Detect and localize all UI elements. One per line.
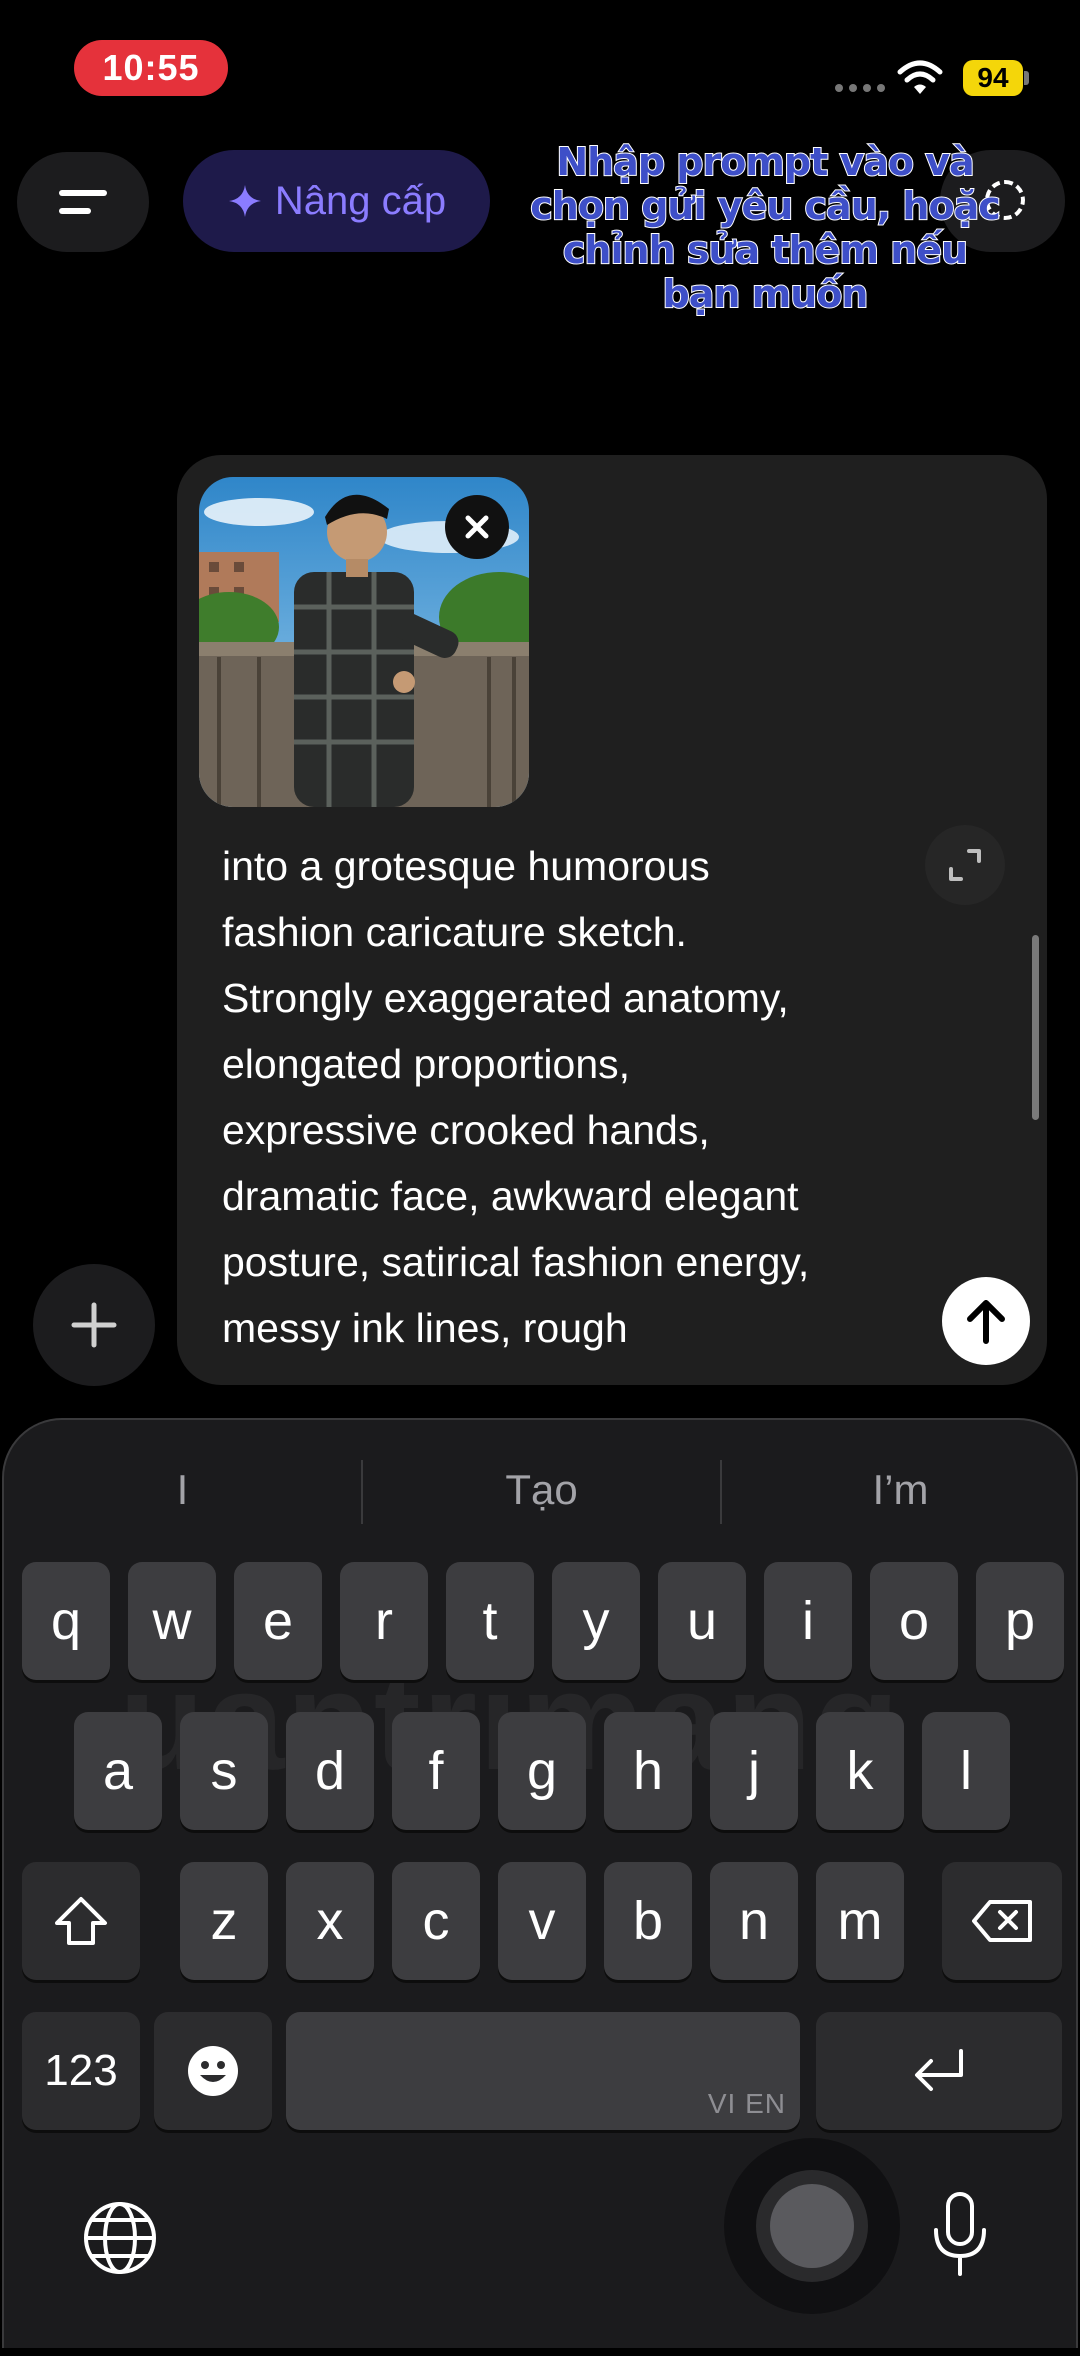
space-key[interactable]: VI EN (286, 2012, 800, 2130)
microphone-icon[interactable] (930, 2190, 990, 2280)
annotation-line: bạn muốn (662, 271, 870, 317)
backspace-icon (972, 1900, 1032, 1942)
shift-icon (55, 1897, 107, 1945)
key-c[interactable]: c (392, 1862, 480, 1980)
key-q[interactable]: q (22, 1562, 110, 1680)
backspace-key[interactable] (942, 1862, 1062, 1980)
shift-key[interactable] (22, 1862, 140, 1980)
composer-scrollbar[interactable] (1032, 935, 1039, 1120)
menu-icon (59, 190, 107, 196)
suggestion-item[interactable]: I (4, 1420, 361, 1560)
remove-attachment-button[interactable] (445, 495, 509, 559)
assistive-touch-button[interactable] (724, 2138, 900, 2314)
emoji-key[interactable] (154, 2012, 272, 2130)
prompt-line: into a grotesque humorous (222, 843, 710, 889)
prompt-text[interactable]: into a grotesque humorous fashion carica… (222, 833, 922, 1361)
key-a[interactable]: a (74, 1712, 162, 1830)
key-t[interactable]: t (446, 1562, 534, 1680)
key-z[interactable]: z (180, 1862, 268, 1980)
prompt-line: dramatic face, awkward elegant (222, 1173, 799, 1219)
menu-icon-line (59, 208, 91, 214)
suggestion-item[interactable]: Tạo (363, 1420, 720, 1560)
key-b[interactable]: b (604, 1862, 692, 1980)
prompt-line: posture, satirical fashion energy, (222, 1239, 810, 1285)
plus-icon (71, 1302, 117, 1348)
key-p[interactable]: p (976, 1562, 1064, 1680)
close-icon (465, 515, 489, 539)
key-w[interactable]: w (128, 1562, 216, 1680)
key-k[interactable]: k (816, 1712, 904, 1830)
upgrade-label: Nâng cấp (274, 178, 447, 223)
on-screen-keyboard: uantrimang I Tạo I’m q w e r t y u i o p… (2, 1418, 1078, 2348)
key-h[interactable]: h (604, 1712, 692, 1830)
expand-icon (949, 849, 981, 881)
annotation-line: chỉnh sửa thêm nếu (562, 227, 969, 273)
key-o[interactable]: o (870, 1562, 958, 1680)
prompt-line: expressive crooked hands, (222, 1107, 710, 1153)
cellular-signal-icon (835, 84, 885, 92)
expand-composer-button[interactable] (925, 825, 1005, 905)
key-j[interactable]: j (710, 1712, 798, 1830)
sidebar-menu-button[interactable] (17, 152, 149, 252)
key-r[interactable]: r (340, 1562, 428, 1680)
send-button[interactable] (942, 1277, 1030, 1365)
space-language-label: VI EN (707, 2088, 786, 2119)
key-i[interactable]: i (764, 1562, 852, 1680)
arrow-up-icon (967, 1300, 1005, 1344)
prompt-line: elongated proportions, (222, 1041, 631, 1087)
assistive-touch-inner (770, 2184, 854, 2268)
key-x[interactable]: x (286, 1862, 374, 1980)
annotation-line: Nhập prompt vào và (555, 139, 975, 185)
prompt-line: messy ink lines, rough (222, 1305, 628, 1351)
key-g[interactable]: g (498, 1712, 586, 1830)
annotation-line: chọn gửi yêu cầu, hoặc (529, 183, 1002, 229)
battery-tip (1024, 71, 1029, 85)
globe-icon[interactable] (82, 2200, 158, 2276)
return-icon (915, 2049, 963, 2091)
key-v[interactable]: v (498, 1862, 586, 1980)
key-l[interactable]: l (922, 1712, 1010, 1830)
add-attachment-button[interactable] (33, 1264, 155, 1386)
tutorial-annotation: Nhập prompt vào và chọn gửi yêu cầu, hoặ… (520, 139, 1010, 317)
battery-indicator: 94 (963, 60, 1023, 96)
key-s[interactable]: s (180, 1712, 268, 1830)
key-n[interactable]: n (710, 1862, 798, 1980)
emoji-icon (188, 2046, 238, 2096)
numbers-key[interactable]: 123 (22, 2012, 140, 2130)
key-u[interactable]: u (658, 1562, 746, 1680)
status-time: 10:55 (74, 40, 228, 96)
key-e[interactable]: e (234, 1562, 322, 1680)
key-m[interactable]: m (816, 1862, 904, 1980)
message-composer[interactable]: into a grotesque humorous fashion carica… (177, 455, 1047, 1385)
suggestion-item[interactable]: I’m (722, 1420, 1076, 1560)
prompt-line: Strongly exaggerated anatomy, (222, 975, 789, 1021)
wifi-icon (897, 60, 943, 94)
return-key[interactable] (816, 2012, 1062, 2130)
key-d[interactable]: d (286, 1712, 374, 1830)
key-y[interactable]: y (552, 1562, 640, 1680)
key-f[interactable]: f (392, 1712, 480, 1830)
prompt-line: fashion caricature sketch. (222, 909, 687, 955)
upgrade-button[interactable]: Nâng cấp (183, 150, 490, 252)
sparkle-icon (228, 185, 261, 217)
